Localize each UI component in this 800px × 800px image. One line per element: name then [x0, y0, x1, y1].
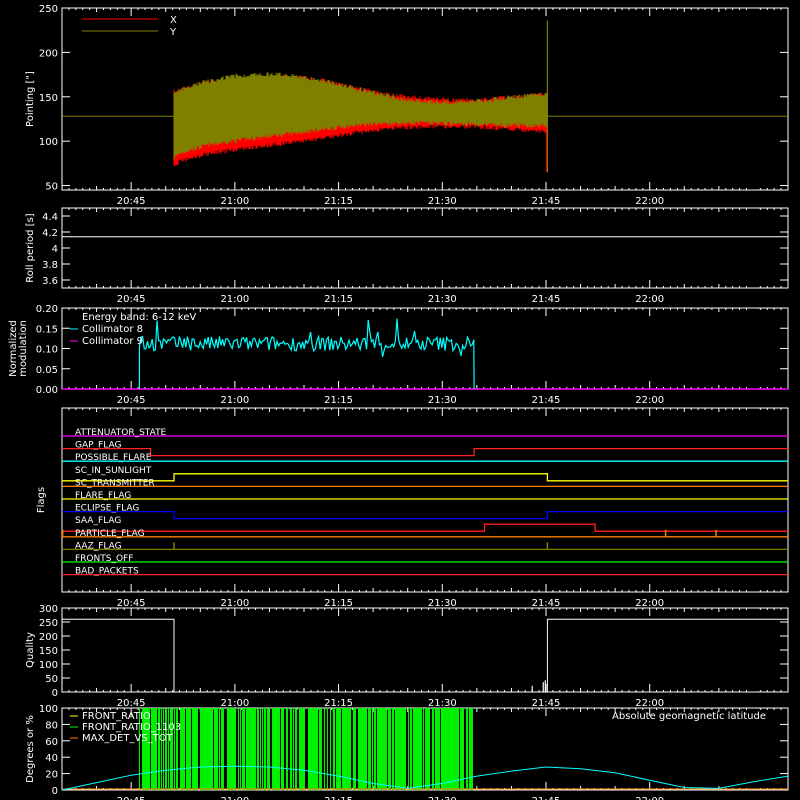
flags-xtick-label: 20:45	[117, 598, 146, 609]
roll-period-xtick-label: 21:30	[428, 294, 457, 305]
roll-period-xtick-label: 21:45	[532, 294, 561, 305]
quality-xtick-label: 20:45	[117, 698, 146, 709]
front-ratio-ytick-label: 20	[45, 770, 58, 781]
roll-period-ytick-label: 4.4	[42, 212, 58, 223]
quality-frame	[61, 607, 789, 693]
front-ratio-ytick-label: 0	[52, 786, 58, 797]
modulation-xtick-label: 21:00	[220, 395, 249, 406]
roll-period-xtick-label: 21:00	[220, 294, 249, 305]
roll-period-ytick-label: 3.8	[42, 260, 58, 271]
front-ratio-xtick-label: 21:30	[428, 796, 457, 800]
quality-ytick-label: 0	[52, 688, 58, 699]
flag-line-saa-flag	[62, 523, 788, 532]
legend-label-collimator-8: Collimator 8	[82, 324, 143, 335]
flag-label-sc-in-sunlight: SC_IN_SUNLIGHT	[75, 466, 152, 476]
quality-xtick-label: 21:15	[324, 698, 353, 709]
quality-ylabel: Quality	[25, 632, 36, 668]
front-ratio-ytick-label: 40	[45, 753, 58, 764]
quality-ytick-label: 300	[39, 604, 58, 615]
quicklook-plot-stack: 50 100 150 200 250 Pointing ["] 20:45 21:00 21:1…	[0, 0, 800, 800]
front-ratio-xtick-label: 21:00	[220, 796, 249, 800]
modulation-xtick-label: 21:45	[532, 395, 561, 406]
pointing-ytick-label: 150	[39, 93, 58, 104]
front-ratio-xtick-label: 21:45	[532, 796, 561, 800]
flags-xtick-label: 21:30	[428, 598, 457, 609]
pointing-xtick-label: 21:00	[220, 196, 249, 207]
flag-line-sc-in-sunlight	[62, 473, 788, 482]
pointing-xtick-label: 21:15	[324, 196, 353, 207]
flags-ylabel: Flags	[36, 487, 47, 513]
front-ratio-ytick-label: 100	[39, 704, 58, 715]
modulation-xtick-label: 21:15	[324, 395, 353, 406]
pointing-xtick-label: 21:45	[532, 196, 561, 207]
roll-period-ytick-label: 4	[52, 244, 58, 255]
quality-xtick-label: 21:30	[428, 698, 457, 709]
legend-label-y: Y	[169, 27, 177, 38]
legend-label-x: X	[170, 15, 177, 26]
series-front-ratio-1103	[138, 708, 473, 790]
modulation-ytick-label: 0.05	[36, 365, 58, 376]
front-ratio-ytick-label: 80	[45, 720, 58, 731]
front-ratio-xtick-label: 21:15	[324, 796, 353, 800]
roll-period-ytick-label: 3.6	[42, 276, 58, 287]
quality-xtick-label: 22:00	[635, 698, 664, 709]
flags-xtick-label: 21:00	[220, 598, 249, 609]
front-ratio-ylabel: Degrees or %	[25, 715, 36, 783]
pointing-xtick-label: 20:45	[117, 196, 146, 207]
quality-ytick-label: 150	[39, 646, 58, 657]
quality-ytick-label: 250	[39, 618, 58, 629]
quality-xtick-label: 21:00	[220, 698, 249, 709]
modulation-ylabel: modulation	[18, 320, 29, 377]
pointing-ytick-label: 250	[39, 4, 58, 15]
front-ratio-xtick-label: 22:00	[635, 796, 664, 800]
pointing-ytick-label: 100	[39, 137, 58, 148]
pointing-ylabel: Pointing ["]	[25, 71, 36, 127]
flag-line-eclipse-flag	[62, 510, 788, 520]
modulation-xtick-label: 21:30	[428, 395, 457, 406]
quality-ytick-label: 50	[45, 674, 58, 685]
roll-period-frame	[61, 207, 789, 289]
legend-label-geomagnetic-latitude: Absolute geomagnetic latitude	[612, 711, 766, 722]
flags-xtick-label: 21:45	[532, 598, 561, 609]
pointing-ytick-label: 200	[39, 48, 58, 59]
modulation-ytick-label: 0.00	[36, 385, 58, 396]
legend-label-front-ratio-1103: FRONT_RATIO_1103	[82, 722, 181, 733]
quality-ytick-label: 100	[39, 660, 58, 671]
roll-period-ytick-label: 4.2	[42, 228, 58, 239]
roll-period-xtick-label: 22:00	[635, 294, 664, 305]
legend-label-max-det-vs-tot: MAX_DET_VS_TOT	[82, 733, 174, 744]
series-collimator-8	[138, 318, 475, 390]
roll-period-xtick-label: 20:45	[117, 294, 146, 305]
flag-label-saa-flag: SAA_FLAG	[75, 516, 121, 526]
modulation-ytick-label: 0.10	[36, 345, 58, 356]
modulation-ytick-label: 0.15	[36, 324, 58, 335]
legend-label-collimator-9: Collimator 9	[82, 336, 143, 347]
flag-line-gap-flag	[62, 447, 788, 457]
flags-xtick-label: 21:15	[324, 598, 353, 609]
modulation-xtick-label: 22:00	[635, 395, 664, 406]
modulation-legend-title: Energy band: 6-12 keV	[82, 312, 196, 323]
legend-label-front-ratio: FRONT_RATIO	[82, 711, 151, 722]
modulation-ytick-label: 0.20	[36, 304, 58, 315]
pointing-xtick-label: 22:00	[635, 196, 664, 207]
quality-xtick-label: 21:45	[532, 698, 561, 709]
plot-canvas: 50100150200250Pointing ["]20:45 21:00 21:1…	[8, 4, 789, 800]
pointing-xtick-label: 21:30	[428, 196, 457, 207]
front-ratio-ytick-label: 60	[45, 737, 58, 748]
roll-period-xtick-label: 21:15	[324, 294, 353, 305]
quality-ytick-label: 200	[39, 632, 58, 643]
modulation-xtick-label: 20:45	[117, 395, 146, 406]
roll-period-ylabel: Roll period [s]	[25, 213, 36, 282]
pointing-ytick-label: 50	[45, 182, 58, 193]
front-ratio-xtick-label: 20:45	[117, 796, 146, 800]
series-quality	[62, 618, 788, 693]
flags-xtick-label: 22:00	[635, 598, 664, 609]
